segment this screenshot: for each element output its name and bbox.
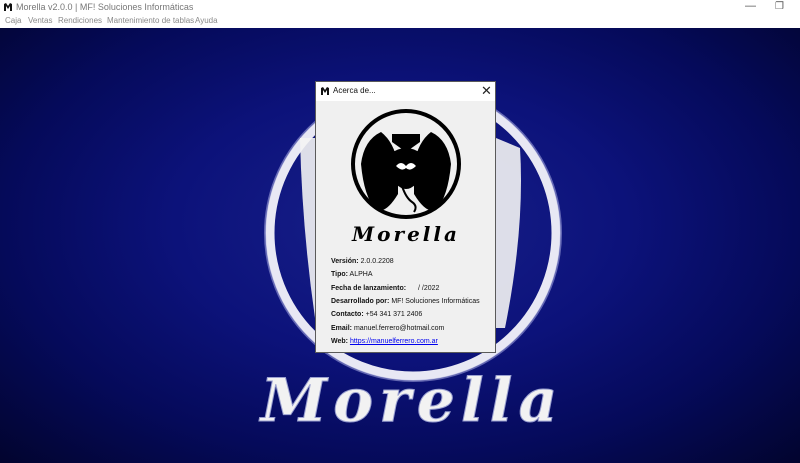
about-dialog: Acerca de... ✕ Morella Versión: 2.0.0.22… (315, 81, 496, 353)
menu-caja[interactable]: Caja (5, 16, 21, 25)
dialog-title: Acerca de... (333, 86, 376, 95)
background-m-right-shape (496, 138, 521, 328)
info-web: Web: https://manuelferrero.com.ar (331, 338, 438, 345)
info-tipo: Tipo: ALPHA (331, 271, 373, 278)
close-button[interactable]: ✕ (481, 83, 492, 99)
info-fecha-value: / /2022 (418, 285, 440, 292)
info-version-value: 2.0.0.2208 (360, 258, 394, 265)
menu-rendiciones[interactable]: Rendiciones (58, 16, 102, 25)
info-contacto-value: +54 341 371 2406 (365, 311, 423, 318)
info-tipo-value: ALPHA (349, 271, 373, 278)
minimize-button[interactable]: — (745, 0, 756, 12)
info-email-value: manuel.ferrero@hotmail.com (353, 325, 445, 332)
info-contacto-label: Contacto: (331, 311, 364, 318)
menu-ayuda[interactable]: Ayuda (195, 16, 218, 25)
menu-mantenimiento-de-tablas[interactable]: Mantenimiento de tablas (107, 16, 194, 25)
background-m-left-shape (300, 138, 315, 318)
web-link[interactable]: https://manuelferrero.com.ar (350, 338, 438, 345)
app-logo-icon (4, 3, 12, 11)
info-web-label: Web: (331, 338, 348, 345)
morella-logo: Morella (351, 109, 461, 246)
logo-text: Morella (351, 222, 460, 246)
info-fecha-label: Fecha de lanzamiento: (331, 285, 407, 292)
background-brand-text: Morella (259, 366, 564, 436)
window-title: Morella v2.0.0 | MF! Soluciones Informát… (16, 2, 194, 12)
dialog-titlebar: Acerca de... ✕ (316, 82, 495, 101)
maximize-button[interactable]: ❐ (775, 1, 784, 12)
info-desarrollado-label: Desarrollado por: (331, 298, 390, 305)
info-version-label: Versión: (331, 258, 359, 265)
app-logo-icon (321, 87, 329, 95)
info-version: Versión: 2.0.0.2208 (331, 258, 394, 265)
info-desarrollado-value: MF! Soluciones Informáticas (391, 298, 480, 305)
info-tipo-label: Tipo: (331, 271, 348, 278)
info-contacto: Contacto: +54 341 371 2406 (331, 311, 422, 318)
window-titlebar: Morella v2.0.0 | MF! Soluciones Informát… (0, 0, 800, 14)
menu-bar: Caja Ventas Rendiciones Mantenimiento de… (0, 14, 800, 27)
info-email-label: Email: (331, 325, 353, 332)
menu-ventas[interactable]: Ventas (28, 16, 52, 25)
info-fecha: Fecha de lanzamiento: / /2022 (331, 285, 439, 292)
info-email: Email: manuel.ferrero@hotmail.com (331, 325, 444, 332)
info-desarrollado: Desarrollado por: MF! Soluciones Informá… (331, 298, 480, 305)
